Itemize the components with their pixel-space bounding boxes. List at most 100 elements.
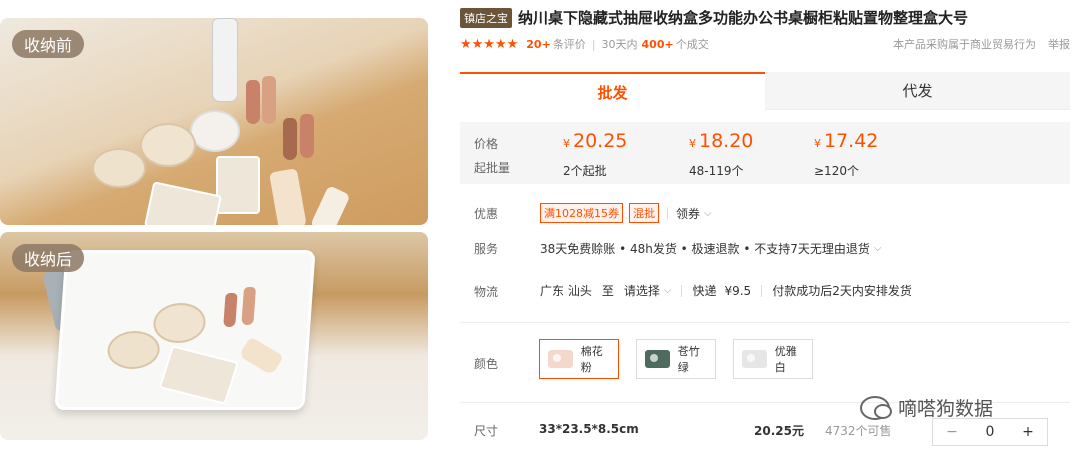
trade-note: 本产品采购属于商业贸易行为	[893, 38, 1036, 51]
polish-bottle	[283, 118, 297, 160]
size-label: 尺寸	[474, 424, 499, 438]
stock-count: 4732个可售	[825, 424, 892, 438]
currency-symbol: ¥	[563, 137, 570, 150]
wechat-icon	[860, 395, 892, 420]
swatch-thumb	[742, 350, 767, 368]
divider	[681, 284, 683, 297]
service-text: 38天免费赊账 • 48h发货 • 极速退款 • 不支持7天无理由退货	[540, 242, 870, 256]
qty-label: 起批量	[474, 161, 511, 175]
price-box: 价格 起批量 ¥20.25 2个起批 ¥18.20 48-119个 ¥17.42…	[460, 122, 1070, 184]
price-label: 价格	[474, 137, 499, 151]
purchase-tabs: 批发 代发	[460, 72, 1070, 110]
tier-price: 17.42	[824, 130, 879, 152]
tab-dropship[interactable]: 代发	[765, 72, 1070, 110]
watermark: 嘀嗒狗数据	[860, 394, 993, 421]
polish-bottle	[246, 80, 260, 124]
after-tag: 收纳后	[12, 244, 85, 272]
color-option-white[interactable]: 优雅白	[733, 339, 813, 379]
chevron-down-icon[interactable]: ⌵	[704, 208, 712, 219]
service-label: 服务	[474, 242, 499, 256]
polish-bottle	[241, 287, 257, 325]
plus-button[interactable]: +	[1009, 424, 1047, 440]
lotion-tube	[238, 336, 284, 376]
color-option-green[interactable]: 苍竹绿	[636, 339, 716, 379]
swatch-thumb	[645, 350, 670, 368]
currency-symbol: ¥	[814, 137, 821, 150]
sales-label: 个成交	[675, 38, 709, 51]
get-coupon-button[interactable]: 领券	[676, 205, 700, 222]
tier-price: 20.25	[573, 130, 628, 152]
eyeshadow-palette	[143, 181, 223, 225]
product-image-before[interactable]: 收纳前	[0, 18, 428, 225]
color-name: 优雅白	[774, 345, 797, 374]
sales-count: 400+	[641, 37, 674, 51]
promo-content: 满1028减15券 混批 领券 ⌵	[540, 203, 712, 223]
powder-compact	[106, 331, 161, 369]
shipping-note: 付款成功后2天内安排发货	[772, 284, 912, 298]
divider: |	[591, 37, 596, 51]
before-tag: 收纳前	[12, 30, 85, 58]
coupon-badge[interactable]: 满1028减15券	[540, 203, 623, 223]
ship-from: 广东 汕头	[540, 284, 592, 298]
color-label: 颜色	[474, 357, 499, 371]
tier-qty: 2个起批	[563, 164, 607, 178]
cream-jar	[190, 110, 240, 152]
review-count[interactable]: 20+	[526, 38, 551, 51]
minus-button[interactable]: −	[933, 424, 971, 440]
sales-period: 30天内	[601, 38, 638, 51]
powder-compact	[92, 148, 146, 188]
eyeshadow-palette	[216, 156, 260, 214]
size-price: 20.25元	[754, 424, 804, 438]
shipping-fee: ¥9.5	[724, 283, 752, 298]
eyeshadow-palette	[158, 345, 240, 405]
tier-qty: ≥120个	[814, 164, 859, 178]
product-title: 纳川桌下隐藏式抽屉收纳盒多功能办公书桌橱柜粘贴置物整理盒大号	[518, 9, 969, 27]
size-value: 33*23.5*8.5cm	[539, 422, 639, 436]
polish-bottle	[223, 293, 238, 327]
price-tier: ¥20.25 2个起批	[563, 130, 627, 179]
star-rating-icon: ★★★★★	[460, 36, 519, 52]
cream-jar	[152, 303, 207, 343]
rating-row: ★★★★★ 20+ 条评价 | 30天内 400+ 个成交 本产品采购属于商业贸…	[460, 36, 1070, 52]
lotion-tube	[269, 168, 307, 225]
tier-qty: 48-119个	[689, 164, 744, 178]
swatch-thumb	[548, 350, 573, 368]
currency-symbol: ¥	[689, 137, 696, 150]
price-tier: ¥17.42 ≥120个	[814, 130, 878, 179]
color-name: 苍竹绿	[677, 345, 700, 374]
destination-select[interactable]: 请选择	[624, 282, 660, 299]
quantity-stepper: − 0 +	[932, 418, 1048, 446]
service-content[interactable]: 38天免费赊账 • 48h发货 • 极速退款 • 不支持7天无理由退货 ⌵	[540, 240, 882, 257]
logistics-content: 广东 汕头 至 请选择 ⌵ 快递 ¥9.5 付款成功后2天内安排发货	[540, 282, 912, 299]
powder-compact	[140, 123, 196, 167]
trade-note-group: 本产品采购属于商业贸易行为 举报	[893, 36, 1070, 52]
storage-drawer	[54, 250, 316, 410]
shop-badge: 镇店之宝	[460, 7, 512, 28]
product-info-panel: 镇店之宝 纳川桌下隐藏式抽屉收纳盒多功能办公书桌橱柜粘贴置物整理盒大号 ★★★★…	[460, 0, 1080, 459]
promo-label: 优惠	[474, 207, 499, 221]
mixed-batch-badge: 混批	[629, 203, 659, 223]
divider	[761, 284, 763, 297]
divider	[667, 207, 668, 219]
report-link[interactable]: 举报	[1048, 36, 1070, 52]
polish-bottle	[300, 114, 314, 158]
logistics-label: 物流	[474, 285, 499, 299]
color-option-pink[interactable]: 棉花粉	[539, 339, 619, 379]
price-tier: ¥18.20 48-119个	[689, 130, 753, 179]
tier-price: 18.20	[699, 130, 754, 152]
tab-wholesale[interactable]: 批发	[460, 72, 765, 110]
section-divider	[460, 322, 1070, 323]
to-word: 至	[601, 284, 614, 298]
review-label[interactable]: 条评价	[553, 36, 586, 52]
lotion-tube	[309, 185, 351, 225]
color-name: 棉花粉	[580, 345, 603, 374]
tall-bottle	[212, 18, 238, 102]
chevron-down-icon[interactable]: ⌵	[664, 285, 672, 296]
express-label: 快递	[692, 284, 717, 298]
polish-bottle	[262, 76, 276, 124]
watermark-text: 嘀嗒狗数据	[898, 398, 994, 420]
chevron-down-icon[interactable]: ⌵	[874, 243, 882, 254]
quantity-input[interactable]: 0	[971, 424, 1009, 440]
product-image-after[interactable]: 收纳后	[0, 232, 428, 440]
title-row: 镇店之宝 纳川桌下隐藏式抽屉收纳盒多功能办公书桌橱柜粘贴置物整理盒大号	[460, 7, 968, 28]
